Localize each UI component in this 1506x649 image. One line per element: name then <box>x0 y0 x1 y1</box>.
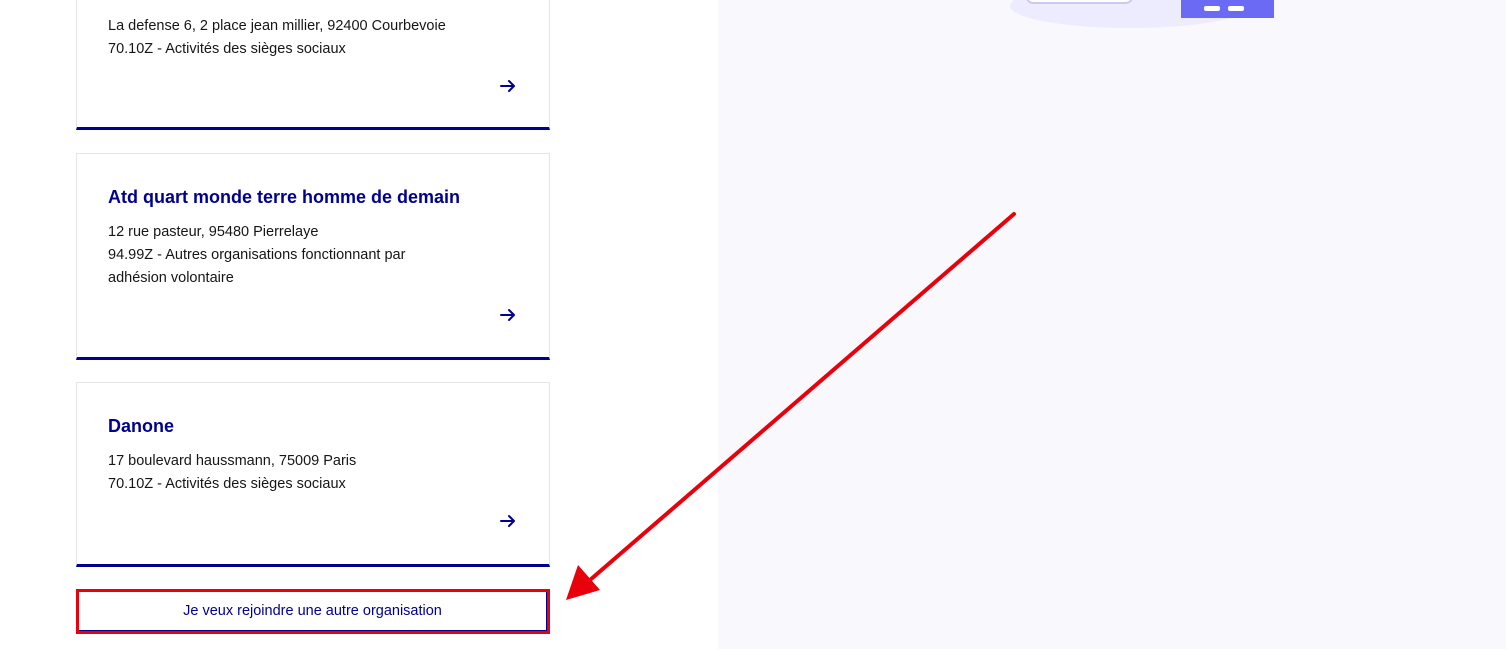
organization-card[interactable]: Danone 17 boulevard haussmann, 75009 Par… <box>76 382 550 567</box>
organization-activity-continued: adhésion volontaire <box>108 270 234 286</box>
illustration-graphic <box>1010 0 1274 28</box>
arrow-right-icon[interactable] <box>499 306 517 324</box>
arrow-right-icon[interactable] <box>499 77 517 95</box>
organization-activity: 70.10Z - Activités des sièges sociaux <box>108 41 346 57</box>
join-other-organization-button[interactable]: Je veux rejoindre une autre organisation <box>78 591 547 631</box>
organization-name: Danone <box>108 416 175 436</box>
organization-activity: 94.99Z - Autres organisations fonctionna… <box>108 247 406 263</box>
organization-card[interactable]: Atd quart monde terre homme de demain 12… <box>76 153 550 360</box>
organization-list-pane: La defense 6, 2 place jean millier, 9240… <box>0 0 718 649</box>
organization-address: La defense 6, 2 place jean millier, 9240… <box>108 18 446 34</box>
organization-name: Atd quart monde terre homme de demain <box>108 187 461 207</box>
organization-activity: 70.10Z - Activités des sièges sociaux <box>108 476 346 492</box>
illustration-pane <box>718 0 1506 649</box>
organization-address: 17 boulevard haussmann, 75009 Paris <box>108 453 357 469</box>
organization-address: 12 rue pasteur, 95480 Pierrelaye <box>108 224 319 240</box>
arrow-right-icon[interactable] <box>499 512 517 530</box>
organization-card[interactable]: La defense 6, 2 place jean millier, 9240… <box>76 0 550 130</box>
